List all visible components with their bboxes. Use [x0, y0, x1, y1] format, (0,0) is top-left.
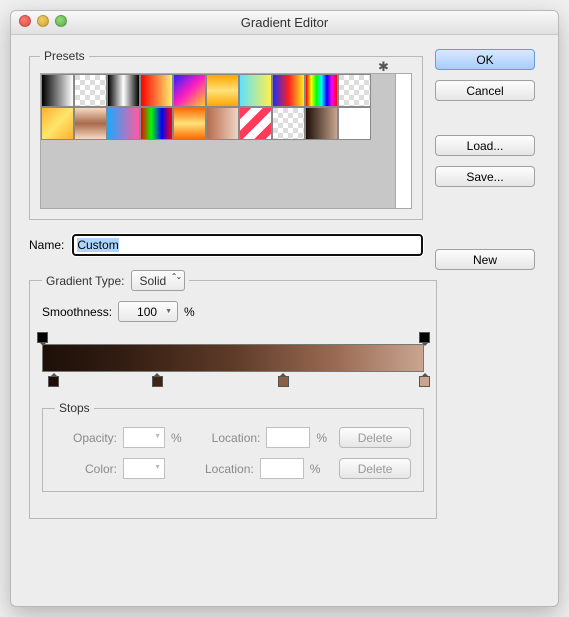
preset-swatch[interactable]: [305, 74, 338, 107]
presets-scrollbar[interactable]: [396, 73, 412, 209]
cancel-button[interactable]: Cancel: [435, 80, 535, 101]
color-stop[interactable]: [278, 376, 289, 387]
presets-fieldset: Presets ✱: [29, 49, 423, 220]
color-stops-track[interactable]: [42, 375, 424, 387]
preset-swatch[interactable]: [107, 107, 140, 140]
presets-legend: Presets: [40, 49, 89, 63]
stops-fieldset: Stops Opacity: % Location: % Delete Colo…: [42, 401, 424, 492]
preset-swatch[interactable]: [173, 74, 206, 107]
preset-swatch[interactable]: [206, 107, 239, 140]
preset-swatch[interactable]: [206, 74, 239, 107]
preset-swatch[interactable]: [107, 74, 140, 107]
opacity-stop[interactable]: [419, 332, 430, 343]
preset-swatch[interactable]: [305, 107, 338, 140]
titlebar: Gradient Editor: [11, 11, 558, 35]
opacity-stop[interactable]: [37, 332, 48, 343]
ok-button[interactable]: OK: [435, 49, 535, 70]
smoothness-label: Smoothness:: [42, 305, 112, 319]
color-input: [123, 458, 165, 479]
opacity-stops-track[interactable]: [42, 332, 424, 344]
minimize-icon[interactable]: [37, 15, 49, 27]
preset-swatch[interactable]: [272, 74, 305, 107]
preset-swatch[interactable]: [272, 107, 305, 140]
presets-grid: [40, 73, 396, 209]
preset-swatch[interactable]: [140, 74, 173, 107]
color-stop[interactable]: [419, 376, 430, 387]
preset-swatch[interactable]: [140, 107, 173, 140]
new-button[interactable]: New: [435, 249, 535, 270]
preset-swatch[interactable]: [338, 74, 371, 107]
smoothness-suffix: %: [184, 305, 195, 319]
smoothness-input[interactable]: 100: [118, 301, 178, 322]
preset-swatch[interactable]: [239, 74, 272, 107]
color-location-label: Location:: [205, 462, 254, 476]
gradient-type-label: Gradient Type:: [46, 274, 125, 288]
preset-swatch[interactable]: [74, 74, 107, 107]
gradient-editor-window: Gradient Editor Presets ✱ Name:: [10, 10, 559, 607]
stops-legend: Stops: [55, 401, 94, 415]
traffic-lights: [19, 15, 67, 27]
preset-swatch[interactable]: [239, 107, 272, 140]
window-title: Gradient Editor: [241, 15, 328, 30]
name-input[interactable]: [72, 234, 423, 256]
color-location-input: [260, 458, 304, 479]
zoom-icon[interactable]: [55, 15, 67, 27]
close-icon[interactable]: [19, 15, 31, 27]
preset-swatch[interactable]: [173, 107, 206, 140]
preset-swatch[interactable]: [74, 107, 107, 140]
color-delete-button: Delete: [339, 458, 411, 479]
color-label: Color:: [55, 462, 117, 476]
color-stop[interactable]: [48, 376, 59, 387]
opacity-location-label: Location:: [212, 431, 261, 445]
gradient-bar[interactable]: [42, 344, 424, 372]
color-stop[interactable]: [152, 376, 163, 387]
opacity-delete-button: Delete: [339, 427, 411, 448]
preset-swatch[interactable]: [41, 107, 74, 140]
gradient-type-fieldset: Gradient Type: Solid Smoothness: 100 % S…: [29, 270, 437, 519]
name-label: Name:: [29, 238, 64, 252]
opacity-label: Opacity:: [55, 431, 117, 445]
opacity-location-input: [266, 427, 310, 448]
load-button[interactable]: Load...: [435, 135, 535, 156]
gradient-type-select[interactable]: Solid: [131, 270, 186, 291]
preset-swatch[interactable]: [41, 74, 74, 107]
save-button[interactable]: Save...: [435, 166, 535, 187]
preset-swatch[interactable]: [338, 107, 371, 140]
opacity-input: [123, 427, 165, 448]
gear-icon[interactable]: ✱: [378, 59, 389, 75]
